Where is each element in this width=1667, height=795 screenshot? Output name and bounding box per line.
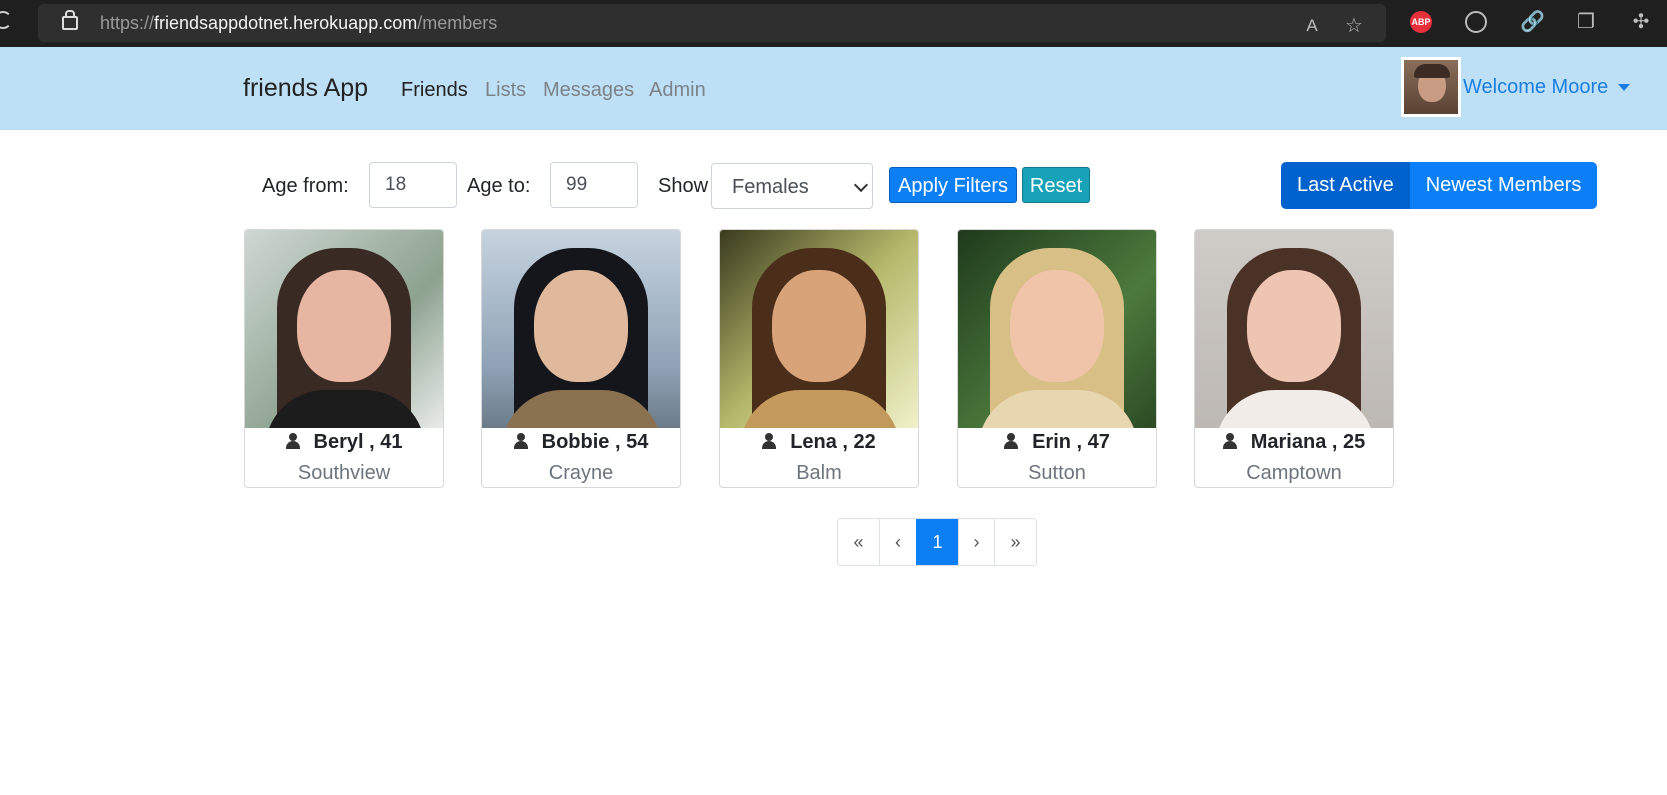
user-icon	[1222, 433, 1237, 449]
filter-form: Age from: Age to: Show Females Apply Fil…	[0, 162, 1667, 210]
member-name: Erin , 47	[958, 431, 1156, 454]
member-city: Sutton	[1028, 462, 1086, 484]
member-city: Balm	[796, 462, 842, 484]
read-aloud-icon[interactable]: A	[1301, 15, 1323, 37]
user-avatar[interactable]	[1401, 57, 1461, 117]
browser-toolbar: https://friendsappdotnet.herokuapp.com/m…	[0, 0, 1667, 47]
link-icon[interactable]: 🔗	[1520, 11, 1545, 33]
lock-icon[interactable]	[62, 10, 78, 30]
member-name-text: Lena , 22	[790, 431, 876, 453]
reload-icon[interactable]	[0, 11, 12, 29]
gender-select-value: Females	[732, 176, 809, 198]
member-name: Beryl , 41	[245, 431, 443, 454]
apply-filters-button[interactable]: Apply Filters	[889, 167, 1017, 203]
member-photo[interactable]	[1195, 230, 1393, 428]
user-menu-toggle[interactable]: Welcome Moore	[1463, 76, 1631, 99]
collections-icon[interactable]: ❐	[1575, 11, 1597, 33]
member-name: Mariana , 25	[1195, 431, 1393, 454]
user-icon	[285, 433, 300, 449]
nav-lists[interactable]: Lists	[485, 79, 526, 102]
user-icon	[513, 433, 528, 449]
member-card[interactable]: Mariana , 25 Camptown	[1194, 229, 1394, 488]
caret-down-icon	[1618, 84, 1631, 92]
url-path: /members	[417, 13, 498, 33]
member-photo[interactable]	[245, 230, 443, 428]
member-card[interactable]: Lena , 22 Balm	[719, 229, 919, 488]
url-text[interactable]: https://friendsappdotnet.herokuapp.com/m…	[100, 13, 497, 34]
member-city: Crayne	[548, 462, 614, 484]
member-name-text: Erin , 47	[1032, 431, 1110, 453]
adblock-icon[interactable]: ABP	[1410, 11, 1432, 33]
member-name: Lena , 22	[720, 431, 918, 454]
age-from-input[interactable]	[369, 162, 457, 208]
member-name: Bobbie , 54	[482, 431, 680, 454]
app-navbar: friends App Friends Lists Messages Admin…	[0, 47, 1667, 130]
member-name-text: Beryl , 41	[313, 431, 403, 453]
show-label: Show	[658, 175, 709, 197]
pagination: « ‹ 1 › »	[837, 518, 1037, 566]
prev-page-button[interactable]: ‹	[879, 519, 916, 565]
member-name-text: Bobbie , 54	[541, 431, 649, 453]
first-page-button[interactable]: «	[838, 519, 879, 565]
reset-button[interactable]: Reset	[1022, 167, 1090, 203]
address-bar[interactable]: https://friendsappdotnet.herokuapp.com/m…	[38, 4, 1386, 42]
url-prefix: https://	[100, 13, 155, 33]
member-city: Southview	[297, 462, 391, 484]
newest-members-button[interactable]: Newest Members	[1409, 162, 1598, 209]
extensions-icon[interactable]: ✣	[1630, 11, 1652, 33]
next-page-button[interactable]: ›	[958, 519, 994, 565]
age-to-input[interactable]	[550, 162, 638, 208]
member-card[interactable]: Bobbie , 54 Crayne	[481, 229, 681, 488]
last-active-button[interactable]: Last Active	[1281, 162, 1410, 209]
member-city: Camptown	[1246, 462, 1342, 484]
globe-icon[interactable]	[1465, 11, 1487, 33]
age-from-label: Age from:	[262, 175, 349, 197]
chevron-down-icon	[853, 177, 869, 193]
nav-friends[interactable]: Friends	[401, 79, 468, 102]
user-icon	[762, 433, 777, 449]
member-card[interactable]: Beryl , 41 Southview	[244, 229, 444, 488]
member-card[interactable]: Erin , 47 Sutton	[957, 229, 1157, 488]
page-1-button[interactable]: 1	[916, 519, 958, 565]
last-page-button[interactable]: »	[994, 519, 1036, 565]
nav-admin[interactable]: Admin	[649, 79, 706, 102]
brand-logo[interactable]: friends App	[243, 74, 368, 103]
member-photo[interactable]	[482, 230, 680, 428]
nav-messages[interactable]: Messages	[543, 79, 634, 102]
order-by-group: Last Active Newest Members	[1281, 162, 1598, 209]
user-icon	[1004, 433, 1019, 449]
welcome-text: Welcome Moore	[1463, 76, 1609, 98]
gender-select[interactable]: Females	[711, 163, 873, 209]
age-to-label: Age to:	[467, 175, 531, 197]
member-name-text: Mariana , 25	[1250, 431, 1366, 453]
member-photo[interactable]	[958, 230, 1156, 428]
member-photo[interactable]	[720, 230, 918, 428]
favorite-add-icon[interactable]: ☆	[1343, 15, 1365, 37]
url-host: friendsappdotnet.herokuapp.com	[154, 13, 418, 33]
